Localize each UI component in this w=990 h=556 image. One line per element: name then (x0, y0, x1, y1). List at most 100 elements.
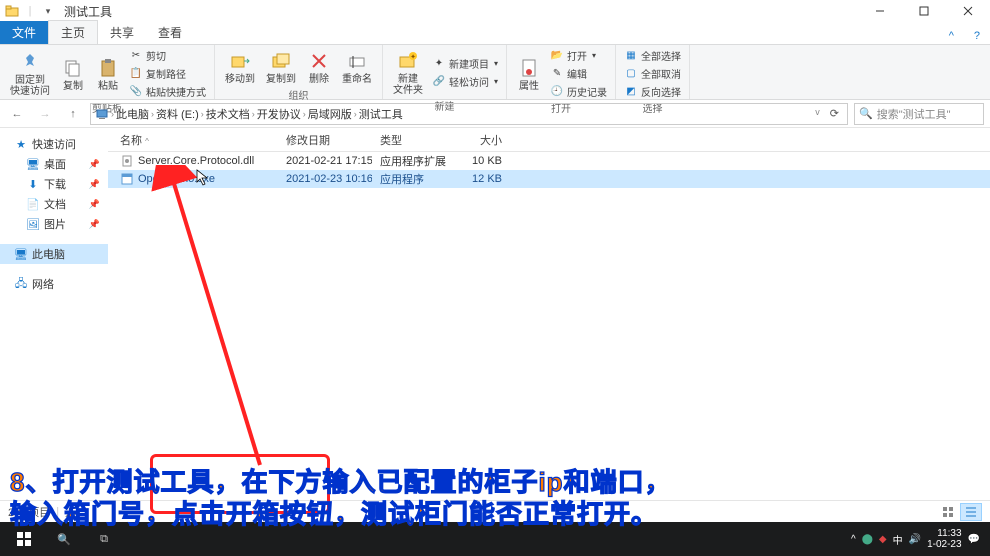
file-size: 12 KB (450, 173, 510, 185)
nav-quick-access[interactable]: ★快速访问 (0, 134, 108, 154)
nav-this-pc[interactable]: 🖥此电脑 (0, 244, 108, 264)
up-button[interactable]: ↑ (62, 103, 84, 125)
file-row[interactable]: Server.Core.Protocol.dll2021-02-21 17:15… (108, 152, 990, 170)
easy-access-icon: 🔗 (432, 75, 446, 89)
ribbon-group-select: ▦全部选择 ▢全部取消 ◩反向选择 选择 (616, 45, 690, 99)
invert-selection-button[interactable]: ◩反向选择 (622, 83, 683, 100)
crumb-p2[interactable]: 开发协议 (257, 106, 301, 122)
minimize-button[interactable] (858, 0, 902, 22)
start-button[interactable] (4, 522, 44, 556)
search-button[interactable]: 🔍 (44, 522, 84, 556)
properties-icon (517, 56, 541, 80)
search-input[interactable]: 🔍 搜索"测试工具" (854, 103, 984, 125)
pin-icon: 📌 (89, 219, 100, 230)
nav-network[interactable]: 🖧网络 (0, 274, 108, 294)
forward-button[interactable]: → (34, 103, 56, 125)
nav-documents[interactable]: 📄文档📌 (0, 194, 108, 214)
easy-access-button[interactable]: 🔗轻松访问▾ (430, 73, 500, 90)
cut-button[interactable]: ✂剪切 (127, 47, 208, 64)
status-bar: 2 个项目 | 选 (0, 500, 990, 522)
open-button[interactable]: 📂打开▾ (548, 47, 609, 64)
pin-icon (18, 50, 42, 74)
qat-separator: | (22, 3, 38, 19)
tray-notification-icon[interactable]: 💬 (968, 534, 980, 545)
folder-icon (4, 3, 20, 19)
delete-button[interactable]: 删除 (303, 47, 335, 87)
new-folder-icon: ✦ (396, 49, 420, 73)
history-button[interactable]: 🕘历史记录 (548, 83, 609, 100)
copy-to-button[interactable]: 复制到 (262, 47, 300, 87)
pin-button[interactable]: 固定到 快速访问 (6, 48, 54, 99)
col-header-type[interactable]: 类型 (372, 132, 450, 148)
copy-path-button[interactable]: 📋复制路径 (127, 65, 208, 82)
refresh-icon[interactable]: ⟳ (826, 107, 843, 120)
tab-view[interactable]: 查看 (146, 21, 194, 44)
back-button[interactable]: ← (6, 103, 28, 125)
paste-button[interactable]: 粘贴 (92, 54, 124, 94)
cut-icon: ✂ (129, 49, 143, 63)
tray-app-icon[interactable]: ⬤ (862, 534, 873, 545)
tray-ime-icon[interactable]: 中 (893, 532, 903, 547)
nav-desktop[interactable]: 🖥桌面📌 (0, 154, 108, 174)
paste-shortcut-button[interactable]: 📎粘贴快捷方式 (127, 83, 208, 100)
col-header-name[interactable]: 名称 ^ (108, 132, 278, 148)
view-large-icons-button[interactable] (937, 503, 959, 521)
pin-icon: 📌 (89, 159, 100, 170)
breadcrumb[interactable]: › 此电脑› 资料 (E:)› 技术文档› 开发协议› 局域网版› 测试工具 v… (90, 103, 848, 125)
tab-file[interactable]: 文件 (0, 21, 48, 44)
copy-button[interactable]: 复制 (57, 54, 89, 94)
taskbar: 🔍 ⧉ ^ ⬤ ◆ 中 🔊 11:33 1-02-23 💬 (0, 522, 990, 556)
open-icon: 📂 (550, 49, 564, 63)
nav-pictures[interactable]: 🖼图片📌 (0, 214, 108, 234)
ribbon-toggle-icon[interactable]: ^ (939, 28, 964, 44)
tab-share[interactable]: 共享 (98, 21, 146, 44)
maximize-button[interactable] (902, 0, 946, 22)
crumb-p1[interactable]: 技术文档 (206, 106, 250, 122)
select-all-button[interactable]: ▦全部选择 (622, 47, 683, 64)
crumb-drive[interactable]: 资料 (E:) (156, 106, 199, 122)
pin-icon: 📌 (89, 179, 100, 190)
crumb-p4[interactable]: 测试工具 (359, 106, 403, 122)
tray-chevron-icon[interactable]: ^ (851, 534, 856, 545)
tab-home[interactable]: 主页 (48, 20, 98, 44)
tray-clock[interactable]: 11:33 1-02-23 (927, 528, 961, 550)
select-none-button[interactable]: ▢全部取消 (622, 65, 683, 82)
crumb-root[interactable]: 此电脑 (116, 106, 149, 122)
star-icon: ★ (14, 137, 28, 151)
history-icon: 🕘 (550, 85, 564, 99)
file-type: 应用程序扩展 (372, 153, 450, 169)
file-size: 10 KB (450, 155, 510, 167)
new-folder-button[interactable]: ✦新建 文件夹 (389, 47, 427, 98)
view-details-button[interactable] (960, 503, 982, 521)
file-icon (120, 172, 134, 186)
rename-button[interactable]: 重命名 (338, 47, 376, 87)
col-header-date[interactable]: 修改日期 (278, 132, 372, 148)
file-row[interactable]: OpenDemo.exe2021-02-23 10:16应用程序12 KB (108, 170, 990, 188)
file-date: 2021-02-21 17:15 (278, 155, 372, 167)
move-to-button[interactable]: 移动到 (221, 47, 259, 87)
properties-button[interactable]: 属性 (513, 54, 545, 94)
pc-icon (95, 107, 109, 121)
edit-button[interactable]: ✎编辑 (548, 65, 609, 82)
file-type: 应用程序 (372, 171, 450, 187)
col-header-size[interactable]: 大小 (450, 132, 510, 148)
document-icon: 📄 (26, 197, 40, 211)
tray-volume-icon[interactable]: 🔊 (909, 534, 921, 545)
file-name: OpenDemo.exe (138, 173, 215, 185)
titlebar: | ▾ 测试工具 (0, 0, 990, 22)
search-icon: 🔍 (859, 107, 873, 120)
shortcut-icon: 📎 (129, 85, 143, 99)
crumb-p3[interactable]: 局域网版 (308, 106, 352, 122)
select-all-icon: ▦ (624, 49, 638, 63)
nav-downloads[interactable]: ⬇下载📌 (0, 174, 108, 194)
taskview-button[interactable]: ⧉ (84, 522, 124, 556)
qat-down-icon[interactable]: ▾ (40, 3, 56, 19)
svg-text:✦: ✦ (410, 53, 416, 61)
help-icon[interactable]: ? (964, 28, 990, 44)
close-button[interactable] (946, 0, 990, 22)
quick-access-toolbar: | ▾ (4, 3, 56, 19)
new-item-button[interactable]: ✦新建项目▾ (430, 55, 500, 72)
tray-app2-icon[interactable]: ◆ (879, 534, 887, 545)
crumb-dropdown-icon[interactable]: v (811, 107, 824, 120)
download-icon: ⬇ (26, 177, 40, 191)
